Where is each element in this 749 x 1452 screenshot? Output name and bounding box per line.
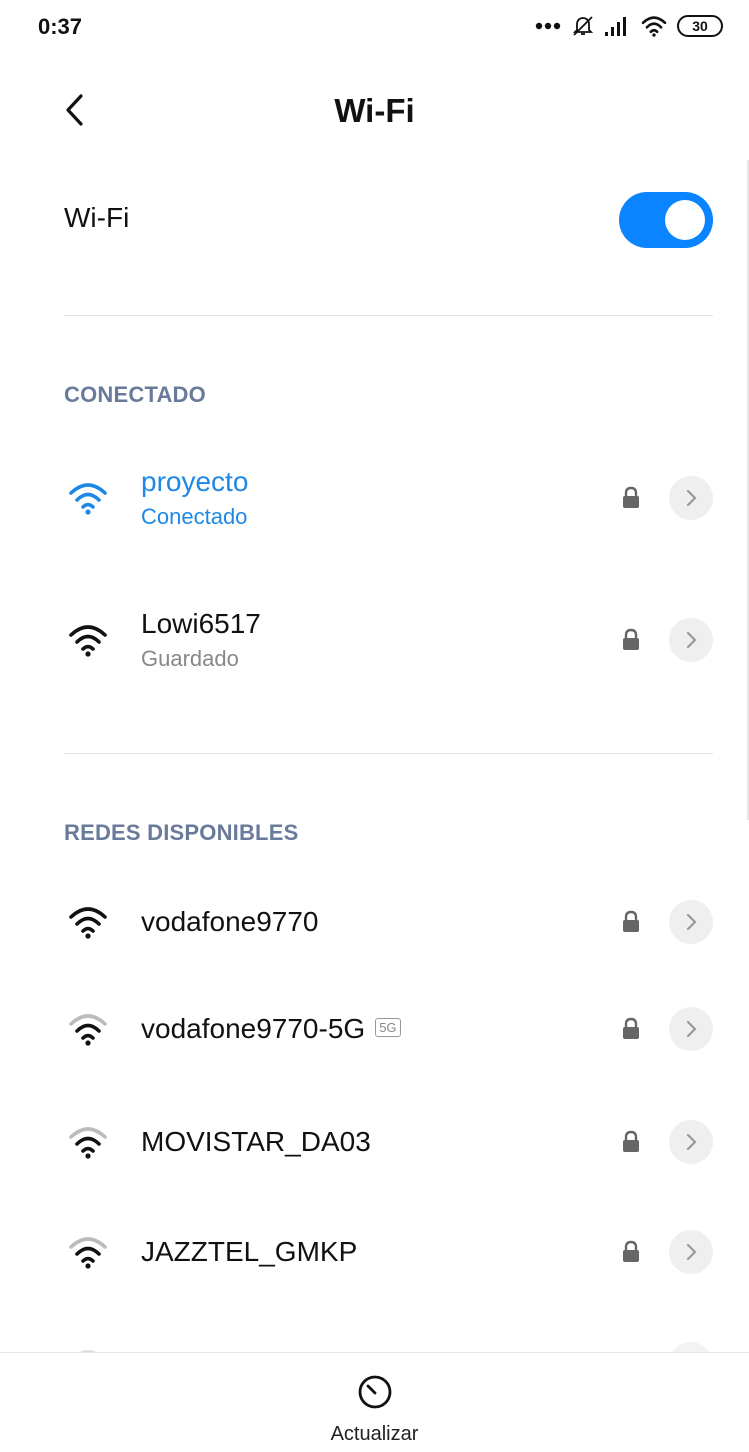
lock-icon — [623, 486, 639, 508]
network-name: JAZZTEL_GMKP — [141, 1236, 358, 1267]
network-row[interactable]: vodafone9770 — [64, 882, 713, 962]
wifi-signal-icon — [69, 1014, 107, 1046]
wifi-toggle-label: Wi-Fi — [64, 202, 130, 233]
lock-icon — [623, 910, 639, 932]
lock-icon — [623, 1240, 639, 1262]
wifi-signal-icon — [69, 907, 107, 939]
chevron-right-icon — [686, 913, 697, 931]
wifi-signal-icon — [69, 1127, 107, 1159]
network-name: vodafone9770 — [141, 906, 319, 937]
network-row[interactable]: JAZZTEL_GMKP — [64, 1212, 713, 1292]
wifi-toggle-row[interactable]: Wi-Fi — [64, 180, 713, 260]
network-name: vodafone9770-5G 5G — [141, 1013, 401, 1045]
battery-level: 30 — [692, 18, 708, 34]
status-bar: 0:37 30 — [0, 0, 749, 58]
network-status: Conectado — [141, 504, 248, 529]
network-row-saved[interactable]: Lowi6517 Guardado — [64, 600, 713, 680]
signal-icon — [605, 17, 626, 36]
network-text: vodafone9770 — [141, 906, 319, 938]
chevron-right-icon — [686, 1133, 697, 1151]
section-header-available: REDES DISPONIBLES — [64, 820, 299, 845]
section-header-connected: CONECTADO — [64, 382, 206, 407]
status-icons: 30 — [535, 14, 723, 38]
network-status: Guardado — [141, 646, 239, 671]
network-details-button[interactable] — [669, 900, 713, 944]
refresh-label: Actualizar — [330, 1423, 419, 1445]
lock-icon — [623, 1130, 639, 1152]
network-text: vodafone9770-5G 5G — [141, 1013, 401, 1045]
chevron-right-icon — [686, 1243, 697, 1261]
wifi-signal-icon — [69, 483, 107, 515]
network-name: proyecto — [141, 466, 249, 497]
5g-badge: 5G — [375, 1018, 401, 1038]
network-row[interactable]: vodafone9770-5G 5G — [64, 989, 713, 1069]
refresh-button[interactable]: Actualizar — [0, 1373, 749, 1446]
lock-icon — [623, 628, 639, 650]
network-name: MOVISTAR_DA03 — [141, 1126, 371, 1157]
page-title: Wi-Fi — [334, 92, 415, 129]
battery-icon: 30 — [677, 15, 723, 37]
wifi-signal-icon — [69, 1237, 107, 1269]
wifi-status-icon — [641, 16, 667, 37]
chevron-right-icon — [686, 631, 697, 649]
wifi-signal-icon — [69, 625, 107, 657]
network-text: Lowi6517 Guardado — [141, 608, 261, 672]
bell-muted-icon — [572, 16, 594, 36]
divider — [64, 753, 713, 754]
toggle-knob — [665, 200, 705, 240]
network-row-connected[interactable]: proyecto Conectado — [64, 458, 713, 538]
network-details-button[interactable] — [669, 618, 713, 662]
lock-icon — [623, 1017, 639, 1039]
status-time: 0:37 — [38, 14, 83, 39]
network-name-text: vodafone9770-5G — [141, 1013, 366, 1044]
more-notifications-icon — [535, 22, 561, 30]
divider — [64, 315, 713, 316]
refresh-icon — [358, 1375, 391, 1409]
network-text: JAZZTEL_GMKP — [141, 1236, 357, 1268]
network-details-button[interactable] — [669, 1230, 713, 1274]
network-name: Lowi6517 — [141, 608, 261, 639]
top-bar: Wi-Fi — [0, 78, 749, 142]
network-details-button[interactable] — [669, 476, 713, 520]
network-details-button[interactable] — [669, 1007, 713, 1051]
wifi-toggle-switch[interactable] — [619, 192, 713, 248]
chevron-right-icon — [686, 489, 697, 507]
chevron-right-icon — [686, 1020, 697, 1038]
bottom-bar: Actualizar — [0, 1352, 749, 1452]
network-text: MOVISTAR_DA03 — [141, 1126, 371, 1158]
network-text: proyecto Conectado — [141, 466, 248, 530]
network-row[interactable]: MOVISTAR_DA03 — [64, 1102, 713, 1182]
network-details-button[interactable] — [669, 1120, 713, 1164]
